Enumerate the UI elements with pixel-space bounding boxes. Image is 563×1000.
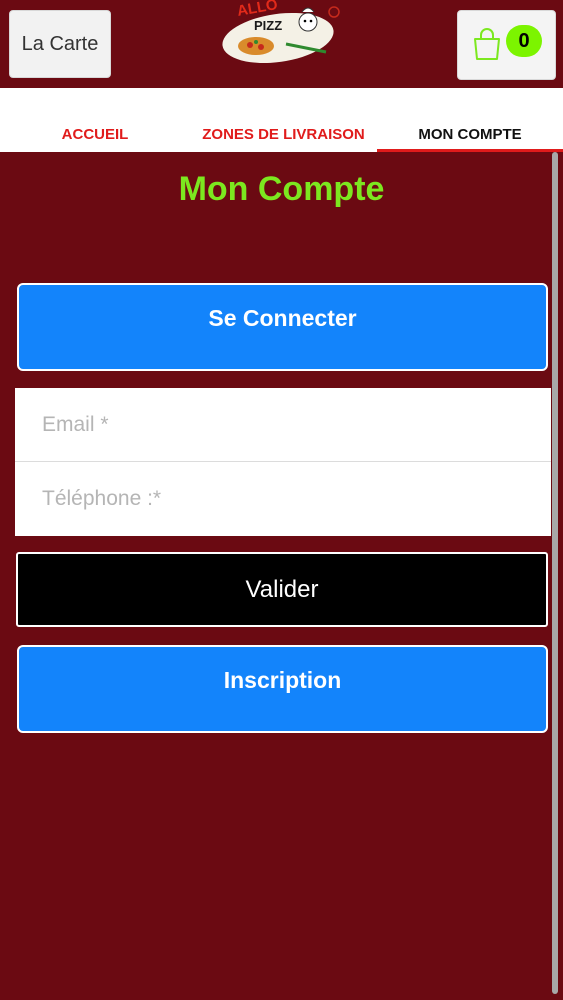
phone-input[interactable] <box>15 462 551 536</box>
register-button[interactable]: Inscription <box>17 645 548 733</box>
login-button[interactable]: Se Connecter <box>17 283 548 371</box>
account-content: Mon Compte Se Connecter Valider Inscript… <box>0 152 563 1000</box>
tab-mon-compte[interactable]: MON COMPTE <box>377 88 563 152</box>
menu-carte-button[interactable]: La Carte <box>9 10 111 78</box>
menu-carte-label: La Carte <box>21 32 99 55</box>
submit-button[interactable]: Valider <box>16 552 548 627</box>
tab-zones-de-livraison[interactable]: ZONES DE LIVRAISON <box>190 88 377 152</box>
cart-count-badge: 0 <box>506 25 542 57</box>
email-input[interactable] <box>15 388 551 462</box>
shopping-bag-icon <box>474 28 500 60</box>
tab-accueil[interactable]: ACCUEIL <box>0 88 190 152</box>
top-bar: La Carte ALLO PIZZ 0 <box>0 0 563 88</box>
svg-text:PIZZ: PIZZ <box>254 18 282 33</box>
tab-bar: ACCUEIL ZONES DE LIVRAISON MON COMPTE <box>0 88 563 152</box>
page-title: Mon Compte <box>178 170 385 208</box>
cart-button[interactable]: 0 <box>457 10 556 80</box>
login-form <box>15 388 551 536</box>
allo-pizza-logo[interactable]: ALLO PIZZ <box>216 0 346 70</box>
scrollbar[interactable] <box>552 152 558 994</box>
